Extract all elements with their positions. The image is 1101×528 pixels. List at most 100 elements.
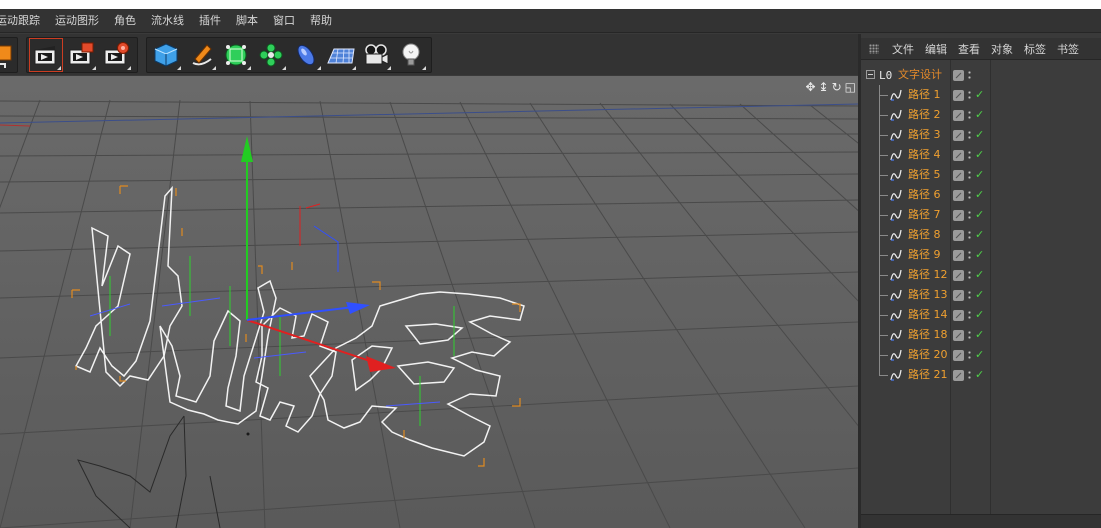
menu-pipeline[interactable]: 流水线 xyxy=(144,9,192,33)
menu-character[interactable]: 角色 xyxy=(107,9,144,33)
floor-plane-button[interactable] xyxy=(325,39,357,71)
panel-grip-icon[interactable] xyxy=(869,43,879,54)
tree-row[interactable]: 路径 18 ✓ xyxy=(861,325,1101,345)
visibility-dots-icon[interactable] xyxy=(967,129,972,141)
enabled-check-icon[interactable]: ✓ xyxy=(975,289,984,301)
visibility-dots-icon[interactable] xyxy=(967,89,972,101)
layer-icon[interactable] xyxy=(953,109,964,121)
visibility-dots-icon[interactable] xyxy=(967,109,972,121)
move-view-icon[interactable]: ✥ xyxy=(805,81,815,93)
enabled-check-icon[interactable]: ✓ xyxy=(975,349,984,361)
enabled-check-icon[interactable]: ✓ xyxy=(975,229,984,241)
enabled-check-icon[interactable]: ✓ xyxy=(975,189,984,201)
enabled-check-icon[interactable]: ✓ xyxy=(975,369,984,381)
tree-row[interactable]: 路径 13 ✓ xyxy=(861,285,1101,305)
visibility-dots-icon[interactable] xyxy=(967,269,972,281)
layer-icon[interactable] xyxy=(953,69,964,81)
layer-icon[interactable] xyxy=(953,289,964,301)
render-picture-viewer-button[interactable] xyxy=(65,39,97,71)
om-menu-edit[interactable]: 编辑 xyxy=(920,41,953,57)
layer-icon[interactable] xyxy=(953,229,964,241)
visibility-dots-icon[interactable] xyxy=(967,169,972,181)
visibility-dots-icon[interactable] xyxy=(967,189,972,201)
menu-motion-tracking[interactable]: 运动跟踪 xyxy=(0,9,48,33)
pan-view-icon[interactable]: ↨ xyxy=(819,81,829,93)
render-view-button[interactable] xyxy=(29,38,63,72)
layer-icon[interactable] xyxy=(953,149,964,161)
enabled-check-icon[interactable]: ✓ xyxy=(975,249,984,261)
cube-primitive-button[interactable] xyxy=(150,39,182,71)
tree-row[interactable]: 路径 3 ✓ xyxy=(861,125,1101,145)
menu-help[interactable]: 帮助 xyxy=(303,9,340,33)
camera-button[interactable] xyxy=(360,39,392,71)
enabled-check-icon[interactable]: ✓ xyxy=(975,89,984,101)
spline-path-icon xyxy=(890,289,902,301)
menu-script[interactable]: 脚本 xyxy=(229,9,266,33)
enabled-check-icon[interactable]: ✓ xyxy=(975,149,984,161)
om-menu-bookmarks[interactable]: 书签 xyxy=(1052,41,1085,57)
tree-row-name: 路径 18 xyxy=(861,325,949,345)
enabled-check-icon[interactable]: ✓ xyxy=(975,209,984,221)
tree-row[interactable]: 路径 4 ✓ xyxy=(861,145,1101,165)
tree-row[interactable]: 路径 14 ✓ xyxy=(861,305,1101,325)
layer-icon[interactable] xyxy=(953,369,964,381)
layer-icon[interactable] xyxy=(953,89,964,101)
light-button[interactable] xyxy=(395,39,427,71)
visibility-dots-icon[interactable] xyxy=(967,369,972,381)
enabled-check-icon[interactable]: ✓ xyxy=(975,109,984,121)
tree-row[interactable]: 路径 20 ✓ xyxy=(861,345,1101,365)
visibility-dots-icon[interactable] xyxy=(967,309,972,321)
tree-row-name: L0 文字设计 xyxy=(861,65,949,85)
tree-row[interactable]: 路径 21 ✓ xyxy=(861,365,1101,385)
viewport-scene[interactable] xyxy=(0,76,858,528)
tree-row[interactable]: 路径 2 ✓ xyxy=(861,105,1101,125)
om-menu-tags[interactable]: 标签 xyxy=(1019,41,1052,57)
enabled-check-icon[interactable]: ✓ xyxy=(975,309,984,321)
layer-icon[interactable] xyxy=(953,189,964,201)
pen-spline-button[interactable] xyxy=(185,39,217,71)
layer-icon[interactable] xyxy=(953,309,964,321)
visibility-dots-icon[interactable] xyxy=(967,229,972,241)
subdivision-generator-button[interactable] xyxy=(220,39,252,71)
tree-row[interactable]: 路径 5 ✓ xyxy=(861,165,1101,185)
om-menu-view[interactable]: 查看 xyxy=(953,41,986,57)
tree-row[interactable]: 路径 7 ✓ xyxy=(861,205,1101,225)
layer-icon[interactable] xyxy=(953,249,964,261)
enabled-check-icon[interactable]: ✓ xyxy=(975,329,984,341)
rotate-view-icon[interactable]: ↻ xyxy=(832,81,842,93)
visibility-dots-icon[interactable] xyxy=(967,289,972,301)
collapse-toggle-icon[interactable] xyxy=(866,70,875,79)
maximize-view-icon[interactable]: ◱ xyxy=(845,81,856,93)
cube-edit-button[interactable] xyxy=(0,39,17,71)
enabled-check-icon[interactable]: ✓ xyxy=(975,169,984,181)
enabled-check-icon[interactable]: ✓ xyxy=(975,269,984,281)
layer-icon[interactable] xyxy=(953,209,964,221)
layer-icon[interactable] xyxy=(953,169,964,181)
visibility-dots-icon[interactable] xyxy=(967,149,972,161)
deformer-button[interactable] xyxy=(290,39,322,71)
3d-viewport[interactable]: ✥ ↨ ↻ ◱ xyxy=(0,76,858,528)
om-menu-objects[interactable]: 对象 xyxy=(986,41,1019,57)
menu-window[interactable]: 窗口 xyxy=(266,9,303,33)
layer-icon[interactable] xyxy=(953,349,964,361)
layer-icon[interactable] xyxy=(953,129,964,141)
layer-icon[interactable] xyxy=(953,329,964,341)
menu-plugins[interactable]: 插件 xyxy=(192,9,229,33)
visibility-dots-icon[interactable] xyxy=(967,329,972,341)
enabled-check-icon[interactable]: ✓ xyxy=(975,129,984,141)
tree-row[interactable]: 路径 9 ✓ xyxy=(861,245,1101,265)
visibility-dots-icon[interactable] xyxy=(967,209,972,221)
render-settings-button[interactable] xyxy=(100,39,132,71)
tree-row[interactable]: 路径 12 ✓ xyxy=(861,265,1101,285)
tree-row[interactable]: 路径 6 ✓ xyxy=(861,185,1101,205)
visibility-dots-icon[interactable] xyxy=(967,69,972,81)
visibility-dots-icon[interactable] xyxy=(967,249,972,261)
cloner-button[interactable] xyxy=(255,39,287,71)
tree-row[interactable]: 路径 1 ✓ xyxy=(861,85,1101,105)
visibility-dots-icon[interactable] xyxy=(967,349,972,361)
tree-row[interactable]: 路径 8 ✓ xyxy=(861,225,1101,245)
om-menu-file[interactable]: 文件 xyxy=(887,41,920,57)
menu-mograph[interactable]: 运动图形 xyxy=(48,9,107,33)
tree-row-root[interactable]: L0 文字设计 xyxy=(861,65,1101,85)
layer-icon[interactable] xyxy=(953,269,964,281)
